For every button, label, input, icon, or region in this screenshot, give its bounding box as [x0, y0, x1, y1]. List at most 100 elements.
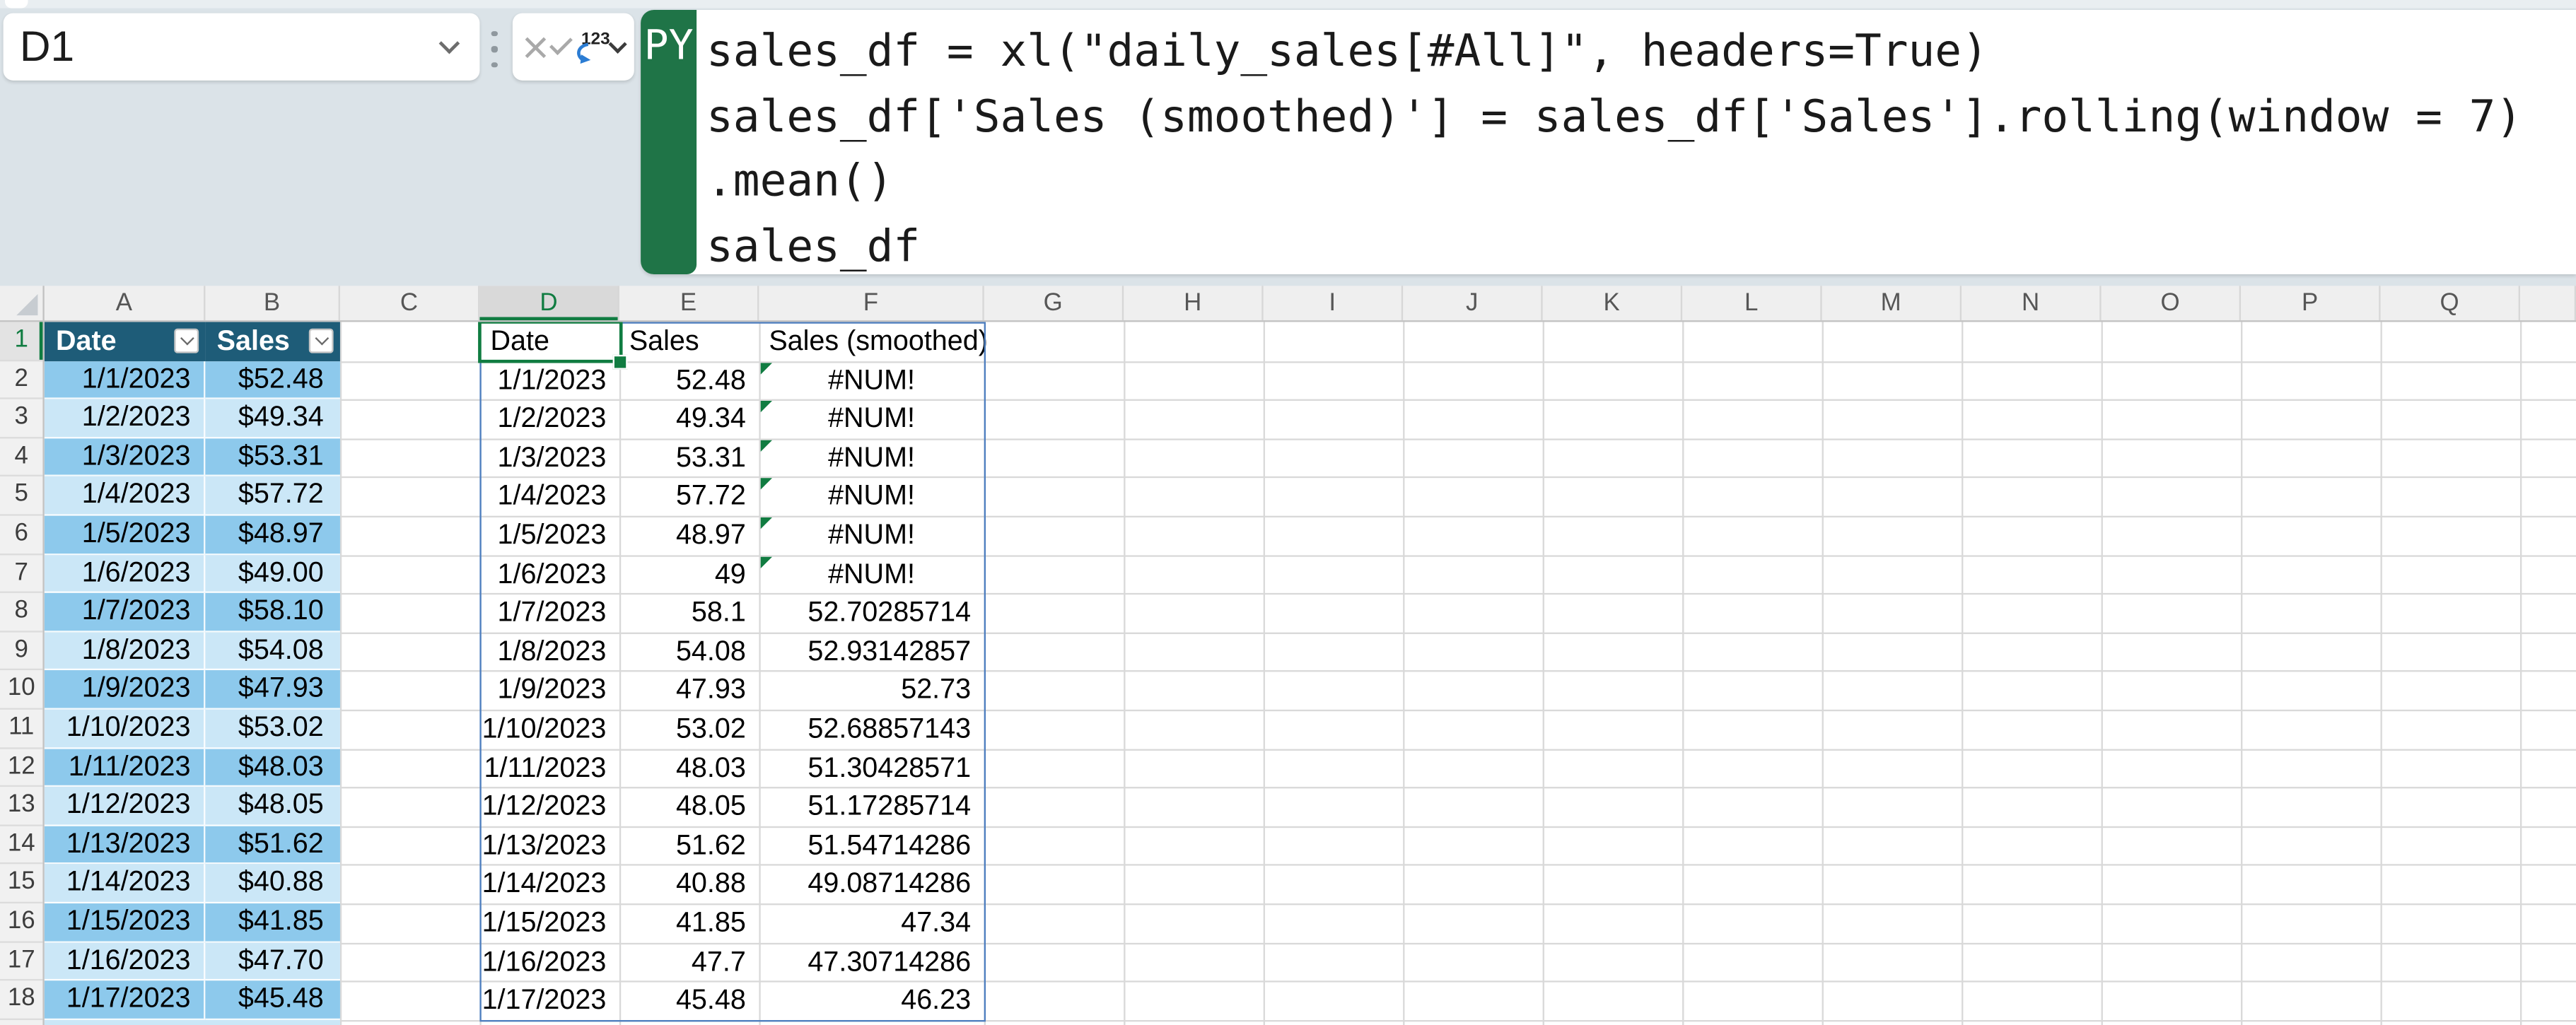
column-headers: ABCDEFGHIJKLMNOPQ — [0, 286, 2576, 322]
column-header-A[interactable]: A — [45, 286, 206, 321]
row-header-1[interactable]: 1 — [0, 322, 43, 361]
cell-B2[interactable]: $52.48 — [205, 361, 340, 400]
gridline — [44, 515, 2576, 517]
cell-A16[interactable]: 1/15/2023 — [44, 903, 206, 942]
cell-B14[interactable]: $51.62 — [205, 826, 340, 865]
formula-bar[interactable]: PY sales_df = xl("daily_sales[#All]", he… — [641, 9, 2576, 275]
gridline — [2241, 322, 2243, 1025]
row-header-10[interactable]: 10 — [0, 671, 43, 710]
row-header-12[interactable]: 12 — [0, 749, 43, 787]
column-header-B[interactable]: B — [205, 286, 340, 321]
row-header-8[interactable]: 8 — [0, 593, 43, 633]
cell-B8[interactable]: $58.10 — [205, 593, 340, 633]
cell-B15[interactable]: $40.88 — [205, 865, 340, 904]
gridline — [1682, 322, 1684, 1025]
gridline — [44, 709, 2576, 712]
column-header-C[interactable]: C — [340, 286, 480, 321]
row-header-17[interactable]: 17 — [0, 942, 43, 981]
cell-B7[interactable]: $49.00 — [205, 554, 340, 594]
name-box[interactable]: D1 — [3, 13, 480, 81]
cell-A6[interactable]: 1/5/2023 — [44, 515, 206, 555]
cell-B11[interactable]: $53.02 — [205, 709, 340, 749]
cell-B4[interactable]: $53.31 — [205, 438, 340, 477]
enter-icon[interactable] — [549, 32, 573, 56]
cell-A5[interactable]: 1/4/2023 — [44, 476, 206, 516]
filter-button-date[interactable] — [174, 329, 199, 354]
column-header-M[interactable]: M — [1822, 286, 1962, 321]
gridline — [2520, 322, 2522, 1025]
column-header-D[interactable]: D — [479, 286, 619, 321]
select-all-corner[interactable] — [0, 286, 45, 321]
name-box-dropdown-icon[interactable] — [438, 33, 460, 54]
cell-B13[interactable]: $48.05 — [205, 787, 340, 826]
column-header-N[interactable]: N — [1962, 286, 2102, 321]
row-header-14[interactable]: 14 — [0, 826, 43, 865]
cancel-icon[interactable] — [524, 35, 547, 59]
column-header-Q[interactable]: Q — [2381, 286, 2521, 321]
column-header-P[interactable]: P — [2241, 286, 2381, 321]
cell-A8[interactable]: 1/7/2023 — [44, 593, 206, 633]
row-header-3[interactable]: 3 — [0, 399, 43, 438]
gridline — [44, 476, 2576, 479]
row-header-9[interactable]: 9 — [0, 632, 43, 671]
column-header-G[interactable]: G — [984, 286, 1124, 321]
cell-A7[interactable]: 1/6/2023 — [44, 554, 206, 594]
cell-A13[interactable]: 1/12/2023 — [44, 787, 206, 826]
cell-A11[interactable]: 1/10/2023 — [44, 709, 206, 749]
filter-button-sales[interactable] — [308, 329, 334, 354]
row-header-6[interactable]: 6 — [0, 516, 43, 555]
cell-B5[interactable]: $57.72 — [205, 476, 340, 516]
cell-A2[interactable]: 1/1/2023 — [44, 361, 206, 400]
table-header-sales[interactable]: Sales — [205, 322, 340, 361]
formula-line: .mean() — [706, 156, 894, 207]
number-format-icon[interactable]: 123 — [574, 29, 610, 63]
fill-handle[interactable] — [612, 353, 627, 369]
row-header-5[interactable]: 5 — [0, 477, 43, 516]
gridline — [44, 670, 2576, 673]
formula-bar-drag-handle[interactable] — [488, 31, 501, 68]
cell-B16[interactable]: $41.85 — [205, 903, 340, 942]
row-header-4[interactable]: 4 — [0, 438, 43, 477]
cell-A14[interactable]: 1/13/2023 — [44, 826, 206, 865]
row-header-11[interactable]: 11 — [0, 710, 43, 749]
number-format-dropdown-icon[interactable] — [608, 35, 627, 54]
ribbon-bottom-strip — [0, 0, 2576, 8]
cell-A4[interactable]: 1/3/2023 — [44, 438, 206, 477]
column-header-E[interactable]: E — [619, 286, 759, 321]
column-header-F[interactable]: F — [759, 286, 984, 321]
row-header-15[interactable]: 15 — [0, 865, 43, 904]
cell-A19-partial — [44, 1019, 340, 1025]
column-header-K[interactable]: K — [1543, 286, 1683, 321]
cell-A3[interactable]: 1/2/2023 — [44, 399, 206, 438]
cell-A17[interactable]: 1/16/2023 — [44, 942, 206, 981]
row-header-13[interactable]: 13 — [0, 787, 43, 826]
cell-B17[interactable]: $47.70 — [205, 942, 340, 981]
gridline — [44, 399, 2576, 402]
column-header-H[interactable]: H — [1124, 286, 1264, 321]
row-header-16[interactable]: 16 — [0, 903, 43, 942]
cell-B3[interactable]: $49.34 — [205, 399, 340, 438]
cell-A15[interactable]: 1/14/2023 — [44, 865, 206, 904]
row-header-7[interactable]: 7 — [0, 554, 43, 594]
table-header-date[interactable]: Date — [44, 322, 206, 361]
cell-B9[interactable]: $54.08 — [205, 632, 340, 671]
row-header-2[interactable]: 2 — [0, 361, 43, 400]
cell-A9[interactable]: 1/8/2023 — [44, 632, 206, 671]
cell-B6[interactable]: $48.97 — [205, 515, 340, 555]
ribbon-edge-decoration — [4, 0, 28, 8]
column-header-O[interactable]: O — [2102, 286, 2242, 321]
cell-B18[interactable]: $45.48 — [205, 980, 340, 1020]
column-header-I[interactable]: I — [1264, 286, 1404, 321]
row-header-18[interactable]: 18 — [0, 981, 43, 1020]
cell-A12[interactable]: 1/11/2023 — [44, 748, 206, 787]
column-header-L[interactable]: L — [1682, 286, 1822, 321]
selected-cell[interactable]: Date — [477, 319, 622, 363]
cell-A18[interactable]: 1/17/2023 — [44, 980, 206, 1020]
formula-input[interactable]: sales_df = xl("daily_sales[#All]", heade… — [706, 20, 2570, 279]
cells-area[interactable] — [44, 322, 2576, 1025]
cell-A10[interactable]: 1/9/2023 — [44, 670, 206, 710]
column-header-J[interactable]: J — [1403, 286, 1543, 321]
cell-B12[interactable]: $48.03 — [205, 748, 340, 787]
cell-B10[interactable]: $47.93 — [205, 670, 340, 710]
column-header-partial[interactable] — [2520, 286, 2576, 321]
